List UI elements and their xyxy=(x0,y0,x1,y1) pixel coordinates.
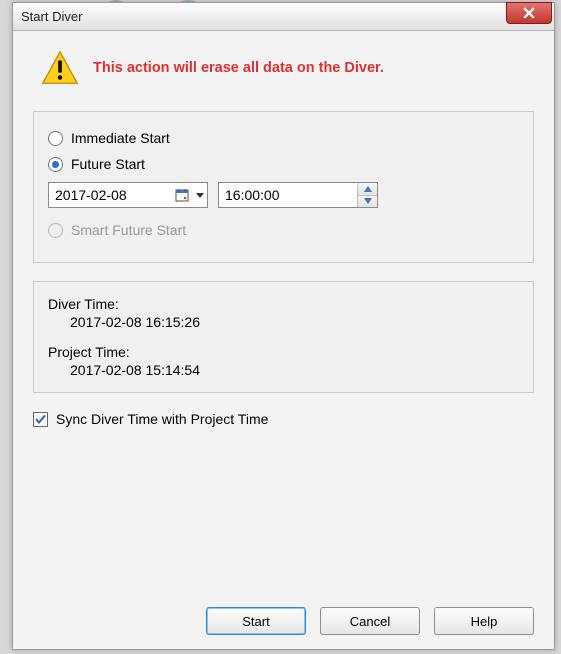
check-icon xyxy=(35,414,46,425)
radio-icon xyxy=(48,131,63,146)
help-button[interactable]: Help xyxy=(434,607,534,635)
date-picker[interactable]: 2017-02-08 xyxy=(48,182,208,208)
radio-label: Smart Future Start xyxy=(71,222,186,238)
close-icon xyxy=(523,7,535,19)
window-title: Start Diver xyxy=(21,9,506,24)
time-spinner xyxy=(357,183,377,207)
close-button[interactable] xyxy=(506,2,552,24)
spinner-down[interactable] xyxy=(358,196,377,208)
sync-checkbox-row[interactable]: Sync Diver Time with Project Time xyxy=(33,411,534,427)
button-row: Start Cancel Help xyxy=(13,607,554,649)
dialog-window: Start Diver This action will erase all d… xyxy=(12,2,555,650)
radio-smart-future-start: Smart Future Start xyxy=(48,222,519,238)
cancel-button[interactable]: Cancel xyxy=(320,607,420,635)
spinner-up[interactable] xyxy=(358,183,377,196)
warning-row: This action will erase all data on the D… xyxy=(41,49,534,87)
start-options-panel: Immediate Start Future Start 2017-02-08 xyxy=(33,111,534,263)
dialog-content: This action will erase all data on the D… xyxy=(13,31,554,607)
radio-label: Future Start xyxy=(71,156,145,172)
times-panel: Diver Time: 2017-02-08 16:15:26 Project … xyxy=(33,281,534,393)
time-value: 16:00:00 xyxy=(219,187,357,203)
radio-icon xyxy=(48,157,63,172)
project-time-value: 2017-02-08 15:14:54 xyxy=(70,362,519,378)
radio-label: Immediate Start xyxy=(71,130,170,146)
radio-icon xyxy=(48,223,63,238)
warning-text: This action will erase all data on the D… xyxy=(93,60,384,76)
warning-icon xyxy=(41,49,79,87)
radio-future-start[interactable]: Future Start xyxy=(48,156,519,172)
project-time-label: Project Time: xyxy=(48,344,519,360)
sync-checkbox[interactable] xyxy=(33,412,48,427)
radio-immediate-start[interactable]: Immediate Start xyxy=(48,130,519,146)
sync-label: Sync Diver Time with Project Time xyxy=(56,411,268,427)
calendar-icon[interactable] xyxy=(171,183,193,207)
diver-time-value: 2017-02-08 16:15:26 xyxy=(70,314,519,330)
time-picker[interactable]: 16:00:00 xyxy=(218,182,378,208)
date-value: 2017-02-08 xyxy=(49,187,171,203)
titlebar: Start Diver xyxy=(13,3,554,31)
datetime-row: 2017-02-08 16:00:00 xyxy=(48,182,519,208)
start-button[interactable]: Start xyxy=(206,607,306,635)
diver-time-label: Diver Time: xyxy=(48,296,519,312)
dropdown-icon[interactable] xyxy=(193,183,207,207)
